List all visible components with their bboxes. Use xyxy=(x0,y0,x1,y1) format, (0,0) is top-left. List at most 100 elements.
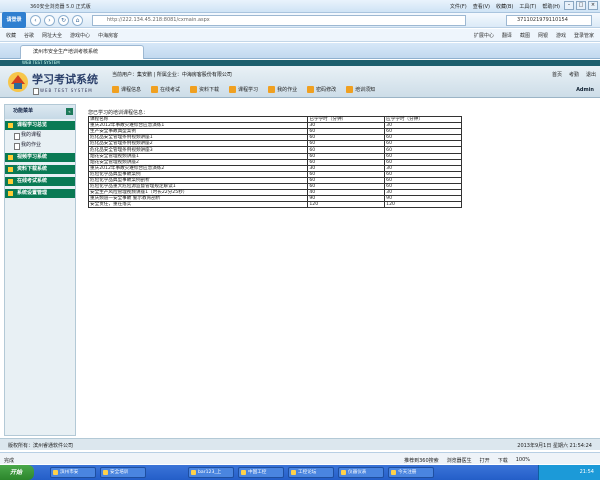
admin-label: Admin xyxy=(576,87,594,93)
taskbar-item-1[interactable]: 滨州市安 xyxy=(50,467,96,478)
window-controls: – □ × xyxy=(564,1,598,10)
maximize-icon[interactable]: □ xyxy=(576,1,586,10)
logo-subtitle: WEB TEST SYSTEM xyxy=(32,86,93,95)
sidebar: 功能菜单 « 课程学习总览 我的课程 我的作业 视频学习系统 资料下载系统 在线… xyxy=(4,104,76,436)
study-icon xyxy=(229,86,237,93)
refresh-icon[interactable]: ↻ xyxy=(58,15,69,26)
favorites-bar: 收藏 谷歌 网址大全 游戏中心 中海房客 扩展中心 翻译 截图 网银 游戏 登录… xyxy=(0,29,600,42)
address-toolbar: ‹ › ↻ ⌂ http://222.134.45.218:8081/cxmai… xyxy=(0,13,600,28)
menu-help[interactable]: 帮助(H) xyxy=(542,3,560,10)
app-header: 学习考试系统 WEB TEST SYSTEM 当前用户：集安鹏 | 所属企业：中… xyxy=(0,66,600,98)
main-content: 您已学习的培训课程信息： 课程名称 已学学时（分钟） 应学学时（分钟） 重庆20… xyxy=(86,104,596,436)
nav-label: 培训须知 xyxy=(355,87,376,93)
page-footer: 版权所有：滨州睿通软件公司 2013年9月1日 星期六 21:54:24 xyxy=(0,438,600,450)
menu-file[interactable]: 文件(F) xyxy=(450,3,467,10)
tool-screenshot[interactable]: 截图 xyxy=(520,32,530,39)
notice-icon xyxy=(346,86,354,93)
logo-title: 学习考试系统 xyxy=(32,73,98,86)
course-table: 课程名称 已学学时（分钟） 应学学时（分钟） 重庆2012年事故灾难综合应急演练… xyxy=(87,115,462,209)
course-icon xyxy=(112,86,119,93)
sidebar-title: 功能菜单 xyxy=(13,108,34,114)
link-attendance[interactable]: 考勤 xyxy=(569,71,579,78)
nav-buttons: ‹ › ↻ ⌂ xyxy=(30,15,83,26)
sidebar-header: 功能菜单 « xyxy=(5,105,75,119)
start-button[interactable]: 开始 xyxy=(0,465,34,480)
taskbar-item-3[interactable]: bar123_上 xyxy=(188,467,234,478)
nav-course-study[interactable]: 课程学习 xyxy=(229,86,258,93)
nav-label: 密码修改 xyxy=(316,87,337,93)
menu-tools[interactable]: 工具(T) xyxy=(519,3,536,10)
tool-bank[interactable]: 网银 xyxy=(538,32,548,39)
sidebar-section-settings[interactable]: 系统设置管理 xyxy=(5,189,75,198)
taskbar-item-6[interactable]: 仪器仪表 xyxy=(338,467,384,478)
taskbar-item-4[interactable]: 中国工控 xyxy=(238,467,284,478)
taskbar-item-5[interactable]: 工控论坛 xyxy=(288,467,334,478)
login-button[interactable]: 请登录 xyxy=(2,12,26,28)
browser-title-bar: 360安全浏览器 5.0 正式版 文件(F) 查看(V) 收藏(B) 工具(T)… xyxy=(0,0,600,13)
app-logo: 学习考试系统 WEB TEST SYSTEM xyxy=(6,69,106,95)
zoom-level[interactable]: 100% xyxy=(516,457,530,463)
close-icon[interactable]: × xyxy=(588,1,598,10)
nav-label: 在线考试 xyxy=(160,87,181,93)
link-home[interactable]: 首页 xyxy=(552,71,562,78)
browser-menu-bar: 文件(F) 查看(V) 收藏(B) 工具(T) 帮助(H) xyxy=(450,3,560,10)
sidebar-section-video[interactable]: 视频学习系统 xyxy=(5,153,75,162)
taskbar-item-2[interactable]: 安全培训 xyxy=(100,467,146,478)
status-recommend[interactable]: 推荐到360搜索 xyxy=(404,457,439,464)
fav-sites[interactable]: 网址大全 xyxy=(42,32,62,39)
tool-games[interactable]: 游戏 xyxy=(556,32,566,39)
fav-zhonghai[interactable]: 中海房客 xyxy=(98,32,118,39)
browser-title: 360安全浏览器 5.0 正式版 xyxy=(30,4,91,10)
main-nav: 课程信息 在线考试 资料下载 课程学习 我的作业 密码修改 培训须知 xyxy=(112,86,375,93)
forward-icon[interactable]: › xyxy=(44,15,55,26)
tab-bar: 滨州市安全生产培训考核系统 xyxy=(0,43,600,59)
nav-label: 课程学习 xyxy=(238,87,259,93)
cell-studied: 120 xyxy=(307,201,386,209)
table-row: 安全责任，重在落实 120 120 xyxy=(87,201,462,209)
search-input[interactable]: 3711021979110154 xyxy=(506,15,592,26)
sidebar-section-exam[interactable]: 在线考试系统 xyxy=(5,177,75,186)
status-download[interactable]: 下载 xyxy=(498,457,508,464)
copyright: 版权所有：滨州睿通软件公司 xyxy=(8,443,74,449)
nav-downloads[interactable]: 资料下载 xyxy=(190,86,219,93)
nav-my-homework[interactable]: 我的作业 xyxy=(268,86,297,93)
key-icon xyxy=(307,86,315,93)
homework-icon xyxy=(268,86,276,93)
menu-favorites[interactable]: 收藏(B) xyxy=(496,3,513,10)
cell-course-name: 安全责任，重在落实 xyxy=(87,201,309,209)
taskbar-item-7[interactable]: 今天注册 xyxy=(388,467,434,478)
collapse-icon[interactable]: « xyxy=(66,108,73,115)
nav-online-exam[interactable]: 在线考试 xyxy=(151,86,180,93)
nav-password[interactable]: 密码修改 xyxy=(307,86,336,93)
sidebar-item-my-courses[interactable]: 我的课程 xyxy=(13,131,41,140)
fav-games[interactable]: 游戏中心 xyxy=(70,32,90,39)
home-icon[interactable]: ⌂ xyxy=(72,15,83,26)
table-body: 重庆2012年事故灾难综合应急演练1 30 30 生产安全事故典型案例 60 60 危化品安… xyxy=(87,122,462,209)
menu-view[interactable]: 查看(V) xyxy=(473,3,490,10)
exam-icon xyxy=(151,86,159,93)
status-open[interactable]: 打开 xyxy=(480,457,490,464)
url-input[interactable]: http://222.134.45.218:8081/cxmain.aspx xyxy=(92,15,466,26)
tool-login-manager[interactable]: 登录管家 xyxy=(574,32,594,39)
tool-extensions[interactable]: 扩展中心 xyxy=(474,32,494,39)
nav-label: 我的作业 xyxy=(277,87,298,93)
nav-label: 资料下载 xyxy=(199,87,220,93)
sidebar-section-download[interactable]: 资料下载系统 xyxy=(5,165,75,174)
taskbar-clock: 21:54 xyxy=(538,465,600,480)
back-icon[interactable]: ‹ xyxy=(30,15,41,26)
user-info: 当前用户：集安鹏 | 所属企业：中海房客股份有限公司 xyxy=(112,72,232,78)
browser-status-bar: 完成 推荐到360搜索 浏览器医生 打开 下载 100% xyxy=(0,452,600,464)
tab-active[interactable]: 滨州市安全生产培训考核系统 xyxy=(20,45,144,59)
link-logout[interactable]: 退出 xyxy=(586,71,596,78)
fav-google[interactable]: 谷歌 xyxy=(24,32,34,39)
minimize-icon[interactable]: – xyxy=(564,1,574,10)
nav-training-notice[interactable]: 培训须知 xyxy=(346,86,375,93)
tool-translate[interactable]: 翻译 xyxy=(502,32,512,39)
sidebar-item-my-homework[interactable]: 我的作业 xyxy=(13,141,41,150)
top-links: 首页 考勤 退出 xyxy=(552,71,596,78)
nav-course-info[interactable]: 课程信息 xyxy=(112,86,141,93)
sidebar-section-course[interactable]: 课程学习总览 xyxy=(5,121,75,130)
content-caption: 您已学习的培训课程信息： xyxy=(88,110,149,116)
status-doctor[interactable]: 浏览器医生 xyxy=(447,457,472,464)
fav-collect[interactable]: 收藏 xyxy=(6,32,16,39)
